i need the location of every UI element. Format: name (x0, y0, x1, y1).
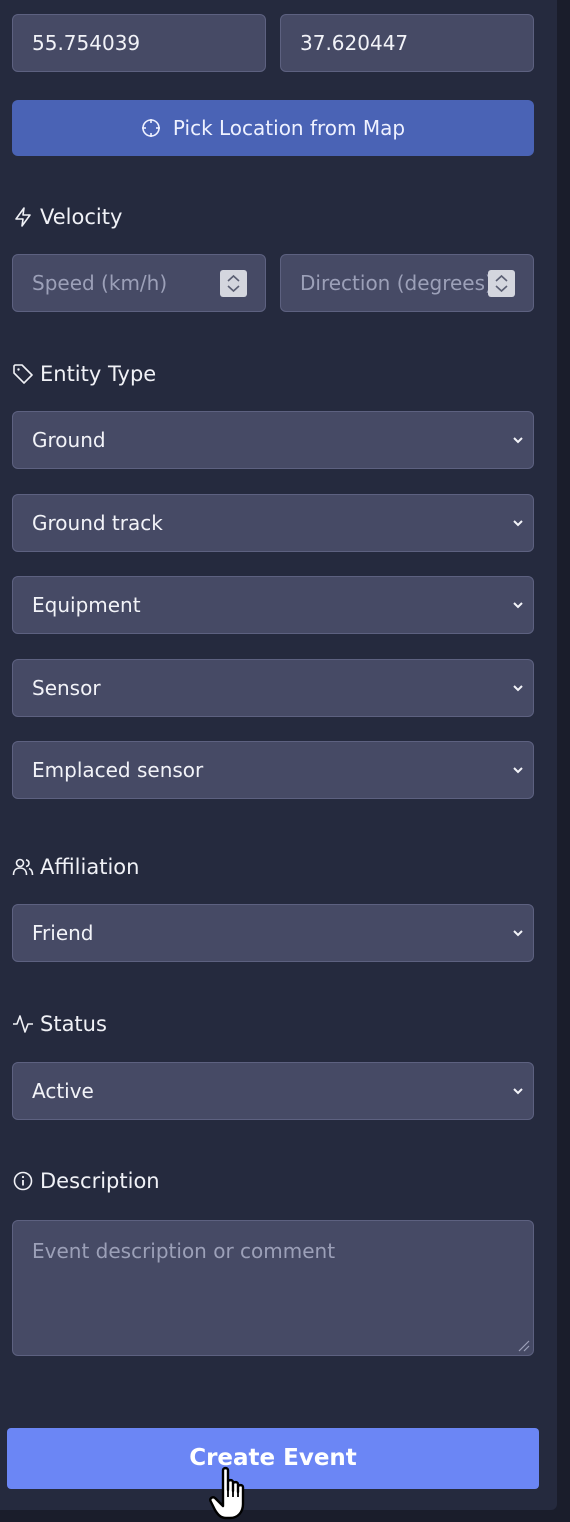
entity-type-label-text: Entity Type (40, 362, 157, 386)
entity-specific-value: Emplaced sensor (32, 758, 204, 782)
zap-icon (15, 207, 31, 227)
longitude-value: 37.620447 (300, 31, 409, 55)
direction-placeholder: Direction (degrees) (300, 271, 493, 295)
entity-domain-value: Ground (32, 428, 106, 452)
spinner-arrows-icon (495, 274, 508, 293)
affiliation-select[interactable]: Friend (12, 904, 534, 962)
resize-grip-icon[interactable] (516, 1338, 530, 1352)
chevron-down-icon (513, 1088, 523, 1095)
latitude-value: 55.754039 (32, 31, 141, 55)
status-label: Status (12, 1009, 107, 1039)
tag-icon (13, 364, 33, 384)
entity-class-value: Sensor (32, 676, 101, 700)
entity-subtype-value: Ground track (32, 511, 163, 535)
entity-subtype-select[interactable]: Ground track (12, 494, 534, 552)
description-placeholder: Event description or comment (32, 1239, 336, 1263)
velocity-label: Velocity (12, 202, 122, 232)
chevron-down-icon (513, 767, 523, 774)
status-label-text: Status (40, 1012, 107, 1036)
entity-type-label: Entity Type (12, 359, 156, 389)
affiliation-value: Friend (32, 921, 94, 945)
crosshair-icon (141, 119, 160, 137)
status-select[interactable]: Active (12, 1062, 534, 1120)
create-event-button[interactable]: Create Event (7, 1428, 539, 1489)
entity-category-select[interactable]: Equipment (12, 576, 534, 634)
affiliation-label: Affiliation (12, 852, 139, 882)
latitude-input[interactable]: 55.754039 (12, 14, 266, 72)
status-value: Active (32, 1079, 94, 1103)
chevron-down-icon (513, 520, 523, 527)
pick-location-button[interactable]: Pick Location from Map (12, 100, 534, 156)
longitude-input[interactable]: 37.620447 (280, 14, 534, 72)
speed-input[interactable]: Speed (km/h) (12, 254, 266, 312)
description-label: Description (12, 1166, 160, 1196)
entity-domain-select[interactable]: Ground (12, 411, 534, 469)
direction-input[interactable]: Direction (degrees) (280, 254, 534, 312)
chevron-down-icon (513, 437, 523, 444)
speed-placeholder: Speed (km/h) (32, 271, 168, 295)
entity-class-select[interactable]: Sensor (12, 659, 534, 717)
hand-cursor-icon (209, 1466, 245, 1520)
entity-category-value: Equipment (32, 593, 141, 617)
info-icon (13, 1171, 33, 1191)
chevron-down-icon (513, 602, 523, 609)
direction-spinner[interactable] (488, 270, 515, 297)
entity-specific-select[interactable]: Emplaced sensor (12, 741, 534, 799)
chevron-down-icon (513, 685, 523, 692)
velocity-label-text: Velocity (40, 205, 123, 229)
pick-location-label: Pick Location from Map (172, 116, 406, 140)
event-form-panel: 55.754039 37.620447 Pick Location from M… (0, 0, 557, 1520)
users-icon (12, 858, 34, 876)
description-textarea[interactable]: Event description or comment (12, 1220, 534, 1356)
chevron-down-icon (513, 930, 523, 937)
description-label-text: Description (40, 1169, 160, 1193)
activity-icon (13, 1015, 33, 1033)
affiliation-label-text: Affiliation (40, 855, 140, 879)
spinner-arrows-icon (227, 274, 240, 293)
speed-spinner[interactable] (220, 270, 247, 297)
